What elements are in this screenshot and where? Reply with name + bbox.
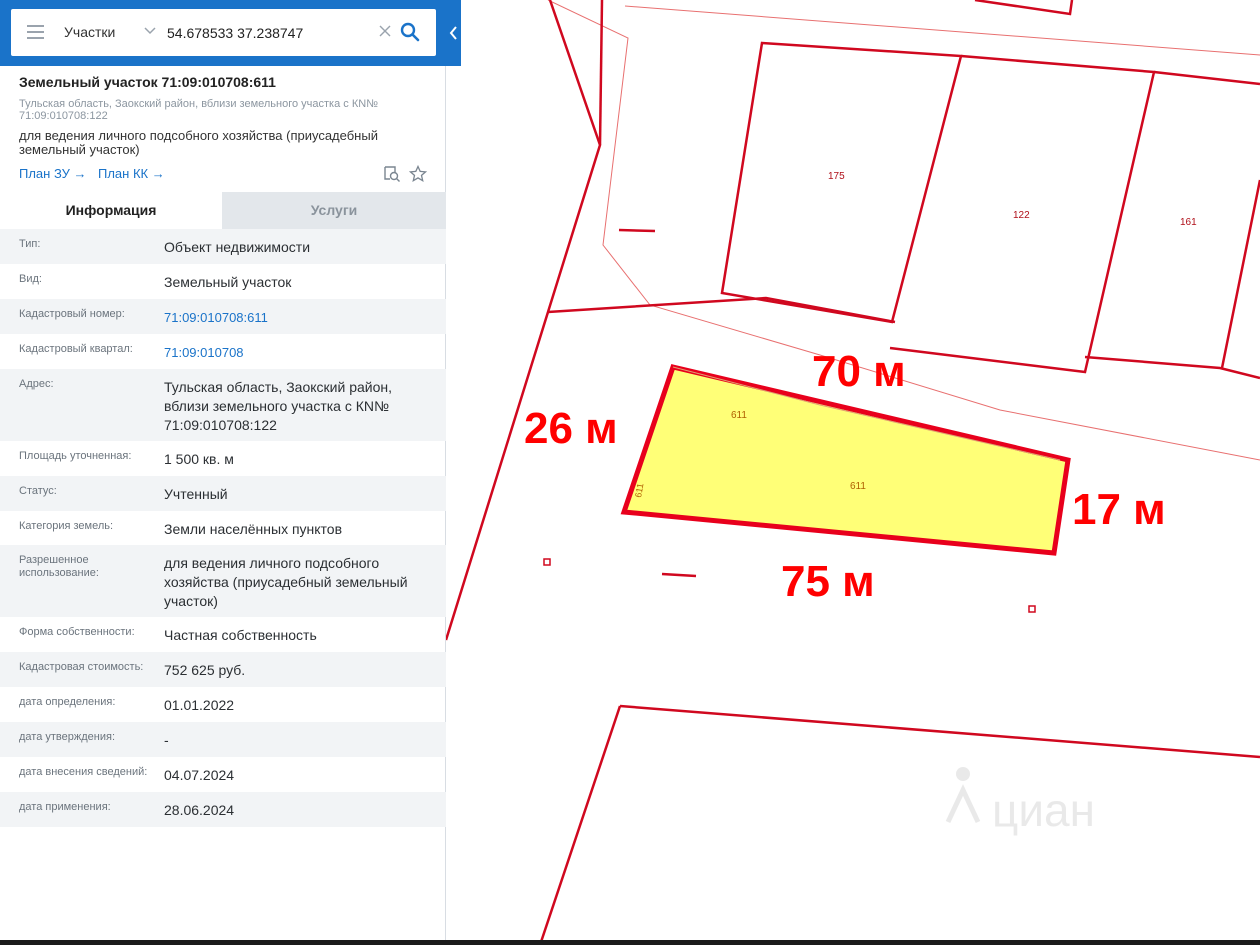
object-title: Земельный участок 71:09:010708:611: [19, 74, 276, 90]
row-label: Тип:: [19, 238, 41, 250]
parcel-label-122: 122: [1013, 210, 1030, 221]
parcel-label-611-a: 611: [731, 410, 747, 421]
row-label: Кадастровый квартал:: [19, 343, 133, 355]
tab-services[interactable]: Услуги: [222, 192, 446, 229]
parcel-label-161: 161: [1180, 217, 1197, 228]
plan-zu-link[interactable]: План ЗУ →: [19, 166, 87, 181]
row-value: Частная собственность: [164, 627, 317, 643]
row-label: Разрешенное использование:: [19, 554, 99, 579]
close-icon[interactable]: [378, 24, 392, 38]
row-value: 1 500 кв. м: [164, 451, 234, 467]
table-row: Статус: Учтенный: [0, 476, 446, 511]
panel-tabs: Информация Услуги: [0, 192, 446, 229]
row-value: Тульская область, Заокский район, вблизи…: [164, 379, 392, 433]
table-row: Адрес: Тульская область, Заокский район,…: [0, 369, 446, 441]
parcel-label-175: 175: [828, 171, 845, 182]
dimension-bottom: 75 м: [781, 557, 875, 606]
table-row: Кадастровая стоимость: 752 625 руб.: [0, 652, 446, 687]
row-label: Статус:: [19, 485, 57, 497]
search-input[interactable]: [167, 19, 367, 46]
search-icon[interactable]: [400, 22, 420, 42]
row-value: 01.01.2022: [164, 697, 235, 713]
row-value: 04.07.2024: [164, 767, 235, 783]
row-value: Учтенный: [164, 486, 228, 502]
table-row: Кадастровый квартал: 71:09:010708: [0, 334, 446, 369]
row-label: дата определения:: [19, 696, 116, 708]
row-label: Кадастровый номер:: [19, 308, 125, 320]
info-panel: Земельный участок 71:09:010708:611 Тульс…: [0, 0, 446, 945]
table-row: Площадь уточненная: 1 500 кв. м: [0, 441, 446, 476]
zoom-to-object-icon[interactable]: [383, 165, 401, 183]
bottom-edge: [0, 940, 1260, 945]
chevron-down-icon[interactable]: [144, 26, 156, 36]
row-label: дата внесения сведений:: [19, 766, 148, 778]
table-row: Вид: Земельный участок: [0, 264, 446, 299]
cadastral-quarter-link[interactable]: 71:09:010708: [164, 343, 434, 362]
object-purpose: для ведения личного подсобного хозяйства…: [19, 128, 378, 157]
row-label: Вид:: [19, 273, 42, 285]
table-row: дата определения: 01.01.2022: [0, 687, 446, 722]
object-address: Тульская область, Заокский район, вблизи…: [19, 98, 378, 122]
table-row: Форма собственности: Частная собственнос…: [0, 617, 446, 652]
row-value: -: [164, 732, 169, 748]
row-value: 28.06.2024: [164, 802, 235, 818]
dimension-right: 17 м: [1072, 485, 1166, 534]
row-label: дата применения:: [19, 801, 111, 813]
svg-text:циан: циан: [992, 784, 1095, 836]
info-table: Тип: Объект недвижимости Вид: Земельный …: [0, 229, 446, 827]
dimension-top: 70 м: [812, 347, 906, 396]
row-label: Площадь уточненная:: [19, 450, 132, 462]
plan-kk-link[interactable]: План КК →: [98, 166, 165, 181]
row-label: Форма собственности:: [19, 626, 135, 638]
hamburger-menu-icon[interactable]: [27, 25, 44, 39]
row-label: Кадастровая стоимость:: [19, 661, 144, 673]
table-row: дата применения: 28.06.2024: [0, 792, 446, 827]
row-value: Земли населённых пунктов: [164, 521, 343, 537]
chevron-left-icon: [449, 26, 457, 40]
layer-select[interactable]: Участки: [64, 9, 115, 56]
table-row: Разрешенное использование: для ведения л…: [0, 545, 446, 617]
collapse-panel-button[interactable]: [446, 0, 461, 66]
table-row: дата утверждения: -: [0, 722, 446, 757]
tab-information[interactable]: Информация: [0, 192, 222, 229]
parcel-label-611-b: 611: [850, 481, 866, 492]
row-label: Категория земель:: [19, 520, 114, 532]
search-header: Участки: [0, 0, 461, 66]
row-label: дата утверждения:: [19, 731, 116, 743]
row-value: 752 625 руб.: [164, 662, 246, 678]
row-value: Земельный участок: [164, 274, 292, 290]
table-row: Тип: Объект недвижимости: [0, 229, 446, 264]
search-box: Участки: [11, 9, 436, 56]
cadastral-number-link[interactable]: 71:09:010708:611: [164, 308, 434, 327]
dimension-left: 26 м: [524, 404, 618, 453]
row-label: Адрес:: [19, 378, 54, 390]
table-row: дата внесения сведений: 04.07.2024: [0, 757, 446, 792]
row-value: для ведения личного подсобного хозяйства…: [164, 555, 408, 609]
table-row: Кадастровый номер: 71:09:010708:611: [0, 299, 446, 334]
table-row: Категория земель: Земли населённых пункт…: [0, 511, 446, 545]
star-icon[interactable]: [408, 164, 428, 183]
row-value: Объект недвижимости: [164, 239, 311, 255]
